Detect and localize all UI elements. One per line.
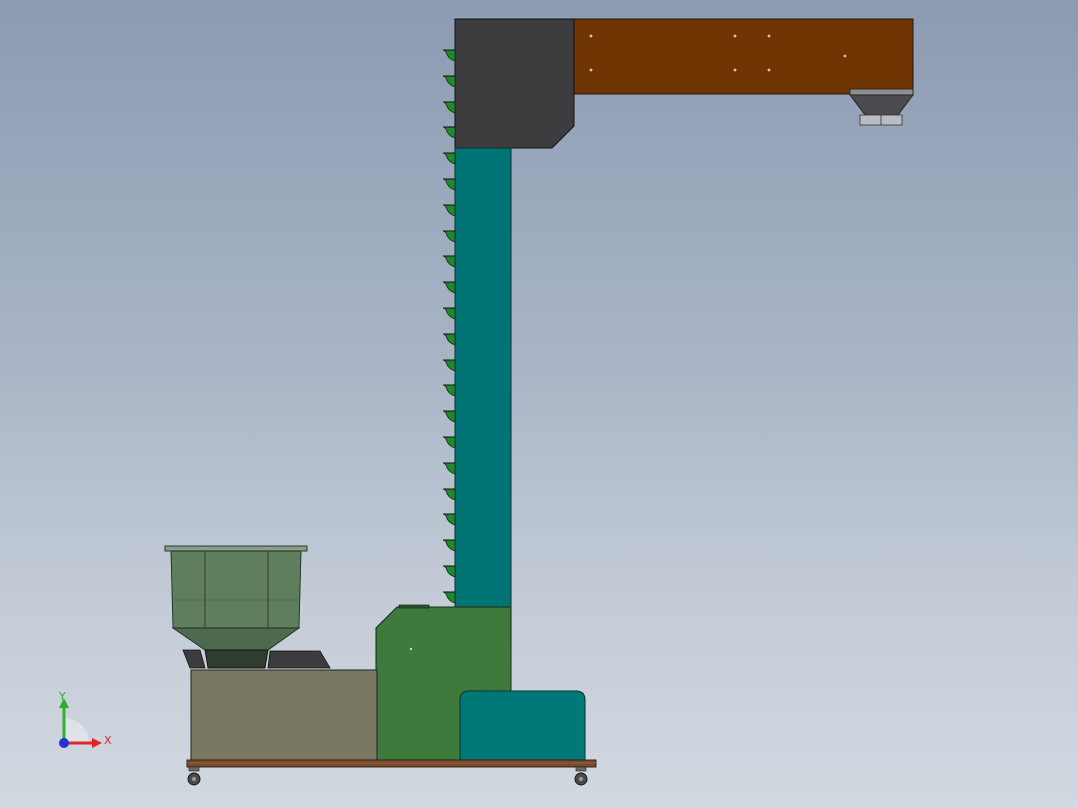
elevator-bucket [443,410,456,423]
elevator-bucket [443,255,456,268]
head-housing[interactable] [454,18,575,149]
caster-wheel-right [574,766,588,786]
elevator-bucket [443,281,456,294]
bucket-chain[interactable] [443,49,456,604]
elevator-bucket [443,204,456,217]
elevator-bucket [443,462,456,475]
elevator-bucket [443,75,456,88]
vertical-elevator-column[interactable] [454,147,512,609]
z-axis-dot [59,738,69,748]
elevator-assembly-drawing[interactable]: Y X [0,0,1078,808]
elevator-bucket [443,101,456,114]
elevator-bucket [443,333,456,346]
elevator-bucket [443,230,456,243]
cad-viewport[interactable]: Y X [0,0,1078,808]
discharge-chute[interactable] [849,88,914,126]
y-axis-label: Y [58,690,66,703]
x-axis-label: X [104,734,112,747]
base-frame[interactable] [186,759,597,768]
vibratory-feeder-base[interactable] [190,669,378,761]
caster-wheel-left [187,766,201,786]
elevator-bucket [443,488,456,501]
top-horizontal-conveyor[interactable] [571,18,914,95]
elevator-bucket [443,565,456,578]
elevator-bucket [443,436,456,449]
elevator-bucket [443,539,456,552]
coordinate-triad: Y X [58,690,112,748]
elevator-bucket [443,359,456,372]
caster-wheels[interactable] [187,766,588,786]
elevator-bucket [443,591,456,604]
elevator-bucket [443,152,456,165]
feed-hopper[interactable] [164,545,331,669]
elevator-bucket [443,384,456,397]
elevator-bucket [443,49,456,62]
elevator-bucket [443,178,456,191]
elevator-bucket [443,126,456,139]
elevator-bucket [443,513,456,526]
drive-motor[interactable] [459,690,586,761]
elevator-bucket [443,307,456,320]
